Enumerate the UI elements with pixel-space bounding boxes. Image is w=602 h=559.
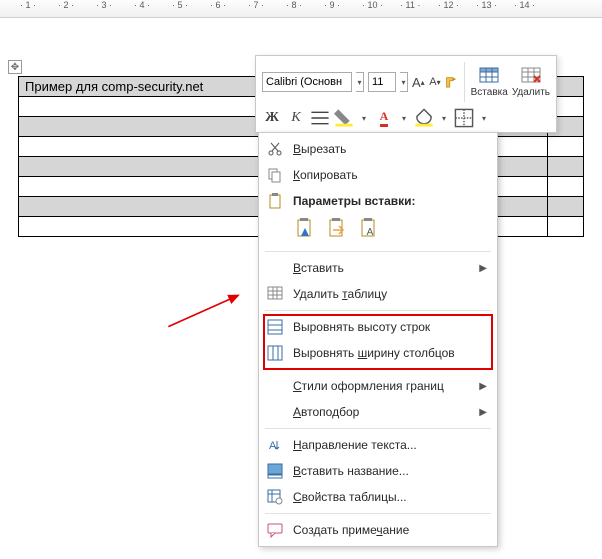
distribute-rows-icon <box>265 317 285 337</box>
chevron-right-icon: ▶ <box>479 407 487 418</box>
distribute-columns-icon <box>265 343 285 363</box>
paste-options-header: Параметры вставки: <box>259 188 497 214</box>
paste-merge-icon[interactable] <box>325 216 351 242</box>
highlight-color-button[interactable] <box>334 108 354 128</box>
horizontal-ruler: · 1 ·· 2 ·· 3 ·· 4 ·· 5 ·· 6 ·· 7 ·· 8 ·… <box>0 0 602 18</box>
insert-item[interactable]: Вставить ▶ <box>259 255 497 281</box>
text-direction-item[interactable]: A Направление текста... <box>259 432 497 458</box>
paste-keep-formatting-icon[interactable] <box>293 216 319 242</box>
distribute-rows-item[interactable]: Выровнять высоту строк <box>259 314 497 340</box>
insert-label: Вставка <box>471 87 508 98</box>
shading-button[interactable] <box>414 108 434 128</box>
svg-text:A: A <box>367 227 374 238</box>
shading-dropdown-icon[interactable]: ▾ <box>438 108 450 128</box>
borders-button[interactable] <box>454 108 474 128</box>
font-color-button[interactable]: A <box>374 108 394 128</box>
paste-options-row: A <box>259 214 497 248</box>
highlight-dropdown-icon[interactable]: ▾ <box>358 108 370 128</box>
chevron-right-icon: ▶ <box>479 381 487 392</box>
delete-table-icon <box>265 284 285 304</box>
align-button[interactable] <box>310 108 330 128</box>
red-arrow-annotation <box>145 290 265 330</box>
italic-button[interactable]: К <box>286 108 306 128</box>
table-properties-item[interactable]: Свойства таблицы... <box>259 484 497 510</box>
scissors-icon <box>265 139 285 159</box>
copy-item[interactable]: Копировать <box>259 162 497 188</box>
insert-table-button[interactable]: Вставка <box>471 60 508 104</box>
new-comment-item[interactable]: Создать примечание <box>259 517 497 543</box>
paste-text-only-icon[interactable]: A <box>357 216 383 242</box>
distribute-columns-item[interactable]: Выровнять ширину столбцов <box>259 340 497 366</box>
svg-text:A: A <box>269 440 277 452</box>
grow-font-button[interactable]: A▴ <box>412 72 425 92</box>
delete-label: Удалить <box>512 87 550 98</box>
font-name-dropdown-icon[interactable]: ▾ <box>356 72 364 92</box>
copy-icon <box>265 165 285 185</box>
cut-item[interactable]: Вырезать <box>259 136 497 162</box>
text-direction-icon: A <box>265 435 285 455</box>
border-styles-item[interactable]: Стили оформления границ ▶ <box>259 373 497 399</box>
table-move-handle-icon[interactable]: ✥ <box>8 60 22 74</box>
insert-caption-item[interactable]: Вставить название... <box>259 458 497 484</box>
font-size-dropdown-icon[interactable]: ▾ <box>400 72 408 92</box>
format-painter-icon[interactable] <box>445 72 458 92</box>
bold-button[interactable]: Ж <box>262 108 282 128</box>
borders-dropdown-icon[interactable]: ▾ <box>478 108 490 128</box>
delete-table-item[interactable]: Удалить таблицу <box>259 281 497 307</box>
table-properties-icon <box>265 487 285 507</box>
font-color-dropdown-icon[interactable]: ▾ <box>398 108 410 128</box>
chevron-right-icon: ▶ <box>479 263 487 274</box>
mini-toolbar: ▾ ▾ A▴ A▾ Вставка Удалить Ж К ▾ A ▾ <box>255 55 557 133</box>
clipboard-icon <box>265 191 285 211</box>
delete-table-button[interactable]: Удалить <box>512 60 550 104</box>
context-menu: Вырезать Копировать Параметры вставки: A… <box>258 132 498 547</box>
font-size-input[interactable] <box>368 72 396 92</box>
caption-icon <box>265 461 285 481</box>
comment-icon <box>265 520 285 540</box>
shrink-font-button[interactable]: A▾ <box>429 72 442 92</box>
font-name-input[interactable] <box>262 72 352 92</box>
autofit-item[interactable]: Автоподбор ▶ <box>259 399 497 425</box>
